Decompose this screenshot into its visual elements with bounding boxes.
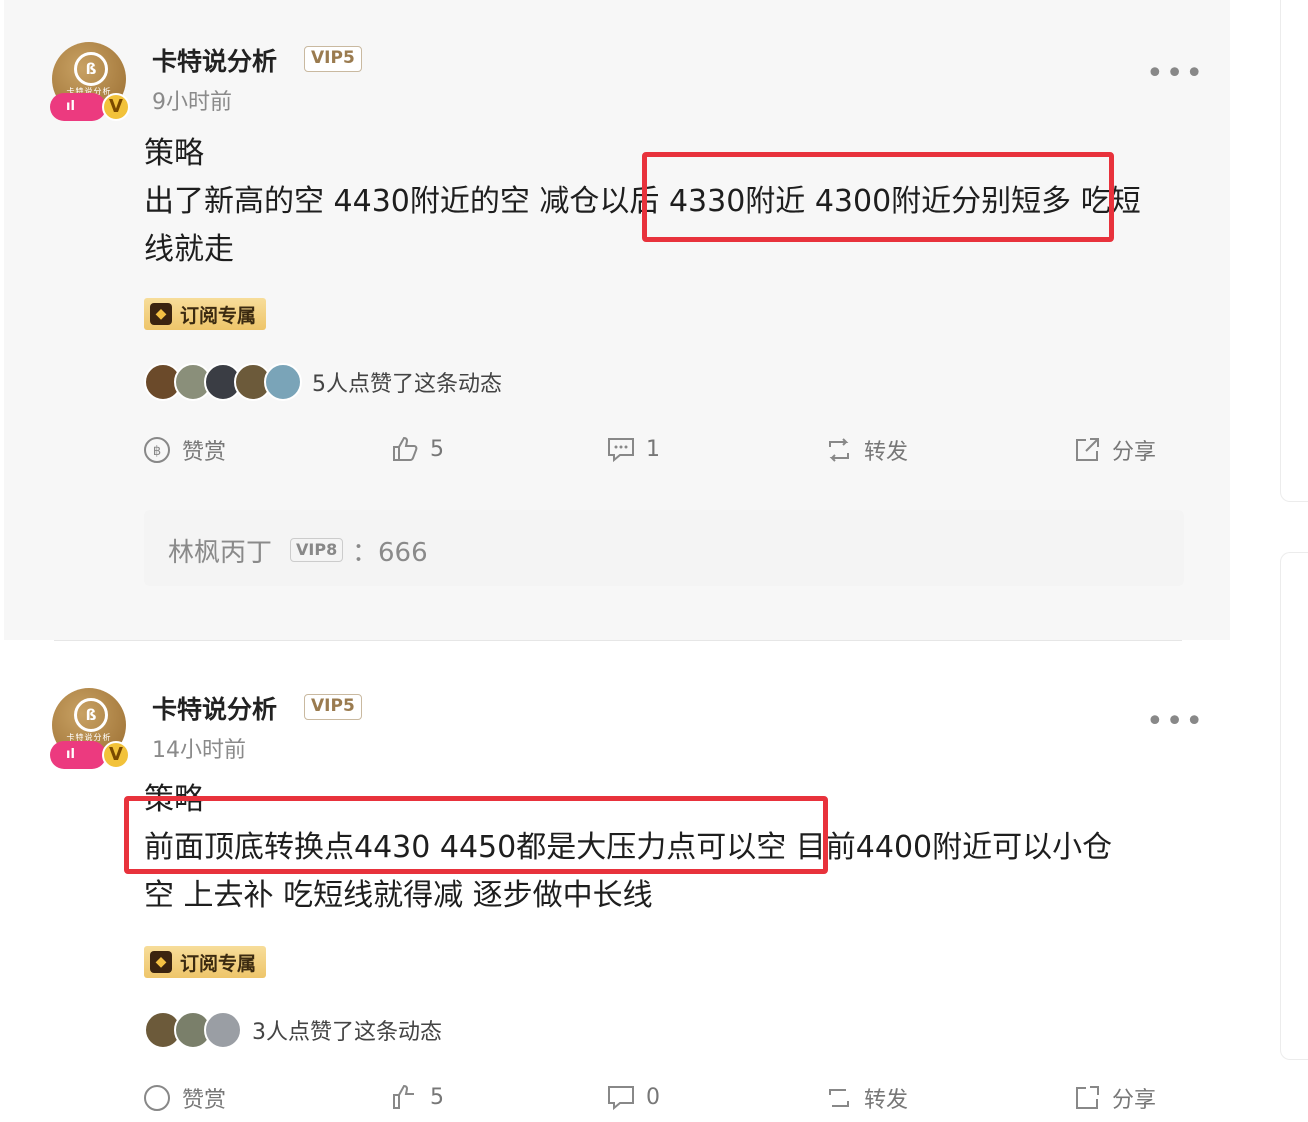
action-bar: 赞赏 5 0 转发 分享 [4, 1082, 1230, 1122]
comment-separator: ： [352, 538, 379, 568]
commenter-name[interactable]: 林枫丙丁 [168, 532, 272, 569]
reward-label: 赞赏 [182, 440, 227, 465]
repost-label: 转发 [864, 440, 909, 465]
comment-icon [608, 438, 634, 463]
side-card[interactable] [1280, 0, 1308, 502]
share-icon [1076, 438, 1099, 461]
vip-badge: VIP8 [290, 538, 344, 562]
subscription-badge: ◆ 订阅专属 [144, 298, 267, 330]
avatar-emblem-icon: ß [74, 698, 108, 732]
avatar-emblem-icon: ß [74, 52, 108, 86]
thumb-up-icon [393, 436, 418, 461]
likers-row[interactable]: 3人点赞了这条动态 [144, 1010, 442, 1050]
comment-icon [608, 1086, 634, 1111]
comment-button[interactable]: 1 [606, 434, 660, 464]
like-button[interactable]: 5 [390, 1082, 444, 1112]
verified-badge: V [102, 741, 130, 769]
reward-label: 赞赏 [182, 1088, 227, 1113]
subscription-badge: ◆ 订阅专属 [144, 946, 267, 978]
comment-preview[interactable]: 林枫丙丁 VIP8 ：666 [144, 510, 1184, 586]
like-button[interactable]: 5 [390, 434, 444, 464]
post-card[interactable]: ß 卡特说分析 ıl V 卡特说分析 VIP5 9小时前 ••• 策略 出了新高… [4, 0, 1230, 640]
reward-button[interactable]: 赞赏 [142, 1082, 226, 1114]
post-time: 14小时前 [152, 738, 246, 763]
badge-label: 订阅专属 [180, 304, 257, 327]
likes-summary[interactable]: 3人点赞了这条动态 [252, 1014, 442, 1046]
author-name[interactable]: 卡特说分析 [152, 690, 277, 726]
reward-icon [144, 1085, 170, 1111]
side-card[interactable] [1280, 552, 1308, 1060]
like-count: 5 [430, 436, 444, 462]
repost-icon [829, 438, 849, 462]
liker-avatar[interactable] [204, 1011, 242, 1049]
live-badge: ıl [50, 93, 106, 121]
vip-badge: VIP5 [304, 694, 362, 720]
share-icon [1076, 1086, 1099, 1109]
highlight-box [124, 796, 828, 874]
likes-summary[interactable]: 5人点赞了这条动态 [312, 366, 502, 398]
likers-row[interactable]: 5人点赞了这条动态 [144, 362, 502, 402]
gem-icon: ◆ [150, 303, 172, 325]
repost-label: 转发 [864, 1088, 909, 1113]
repost-button[interactable]: 转发 [824, 1082, 908, 1114]
share-label: 分享 [1112, 1088, 1157, 1113]
reward-button[interactable]: ฿ 赞赏 [142, 434, 226, 466]
comment-text: ：666 [352, 532, 428, 569]
repost-button[interactable]: 转发 [824, 434, 908, 466]
live-badge: ıl [50, 741, 106, 769]
author-name[interactable]: 卡特说分析 [152, 42, 277, 78]
repost-icon [829, 1089, 849, 1107]
more-icon[interactable]: ••• [1146, 707, 1205, 737]
gem-icon: ◆ [150, 951, 172, 973]
like-count: 5 [430, 1084, 444, 1110]
share-button[interactable]: 分享 [1072, 434, 1156, 466]
svg-text:฿: ฿ [153, 444, 161, 459]
content-line: 空 上去补 吃短线就得减 逐步做中长线 [144, 878, 653, 913]
highlight-box [642, 152, 1114, 242]
feed: ß 卡特说分析 ıl V 卡特说分析 VIP5 9小时前 ••• 策略 出了新高… [0, 0, 1230, 1113]
comment-button[interactable]: 0 [606, 1082, 660, 1112]
liker-avatar[interactable] [264, 363, 302, 401]
badge-label: 订阅专属 [180, 952, 257, 975]
share-label: 分享 [1112, 440, 1157, 465]
post-divider [54, 640, 1182, 641]
comment-body: 666 [378, 538, 428, 568]
comment-count: 0 [646, 1084, 660, 1110]
verified-badge: V [102, 93, 130, 121]
post-card[interactable]: ß 卡特说分析 ıl V 卡特说分析 VIP5 14小时前 ••• 策略 前面顶… [4, 650, 1230, 1113]
more-icon[interactable]: ••• [1146, 59, 1205, 89]
thumb-up-icon [393, 1084, 414, 1109]
action-bar: ฿ 赞赏 5 1 转发 分享 [4, 434, 1230, 474]
reward-icon: ฿ [144, 437, 170, 463]
post-time: 9小时前 [152, 90, 232, 115]
comment-count: 1 [646, 436, 660, 462]
vip-badge: VIP5 [304, 46, 362, 72]
share-button[interactable]: 分享 [1072, 1082, 1156, 1114]
